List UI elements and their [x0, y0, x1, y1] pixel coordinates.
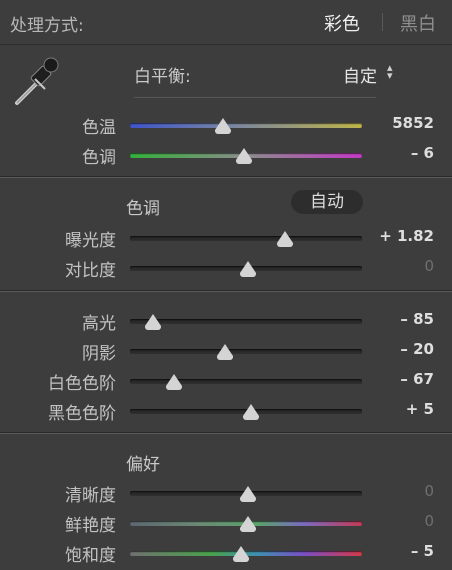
slider-thumb[interactable]: [145, 314, 162, 330]
slider-thumb[interactable]: [242, 404, 259, 420]
slider-label: 曝光度: [65, 231, 116, 251]
slider-thumb[interactable]: [277, 231, 294, 247]
slider-label: 色调: [82, 148, 116, 168]
slider-label: 对比度: [65, 261, 116, 281]
slider-label: 高光: [82, 314, 116, 334]
slider-row: 饱和度 – 5: [0, 541, 452, 566]
slider-value[interactable]: 0: [424, 482, 434, 500]
slider-track[interactable]: [130, 379, 362, 384]
white-balance-dropdown[interactable]: 自定: [343, 62, 377, 87]
mode-separator: [382, 13, 383, 31]
presence-title: 偏好: [126, 455, 160, 475]
slider-thumb[interactable]: [235, 148, 252, 164]
slider-value[interactable]: – 6: [411, 144, 434, 162]
slider-value[interactable]: 5852: [392, 114, 434, 132]
slider-label: 鲜艳度: [65, 516, 116, 536]
slider-thumb[interactable]: [240, 486, 257, 502]
slider-row: 高光 – 85: [0, 309, 452, 334]
slider-row: 对比度 0: [0, 256, 452, 281]
slider-label: 清晰度: [65, 486, 116, 506]
slider-row: 白色色阶 – 67: [0, 369, 452, 394]
tone2-section-border: [0, 291, 452, 292]
slider-thumb[interactable]: [240, 516, 257, 532]
slider-row: 色调 – 6: [0, 143, 452, 168]
bw-mode-button[interactable]: 黑白: [400, 10, 436, 36]
slider-row: 曝光度 + 1.82: [0, 226, 452, 251]
slider-label: 白色色阶: [48, 374, 116, 394]
tone-title: 色调: [126, 199, 160, 219]
slider-row: 清晰度 0: [0, 481, 452, 506]
white-balance-label: 白平衡:: [134, 67, 191, 87]
slider-track[interactable]: [130, 236, 362, 241]
slider-value[interactable]: 0: [424, 257, 434, 275]
presence-section-border: [0, 433, 452, 434]
treatment-header: 处理方式: 彩色 黑白: [0, 0, 452, 45]
slider-row: 黑色色阶 + 5: [0, 399, 452, 424]
color-mode-button[interactable]: 彩色: [324, 10, 360, 36]
slider-value[interactable]: + 1.82: [379, 227, 434, 245]
slider-track[interactable]: [130, 123, 362, 128]
auto-button[interactable]: 自动: [291, 190, 363, 214]
slider-row: 鲜艳度 0: [0, 511, 452, 536]
slider-row: 阴影 – 20: [0, 339, 452, 364]
tone-section-border: [0, 177, 452, 178]
slider-value[interactable]: + 5: [406, 400, 434, 418]
updown-arrows-icon[interactable]: ▴ ▾: [387, 62, 393, 81]
slider-thumb[interactable]: [166, 374, 183, 390]
slider-row: 色温 5852: [0, 113, 452, 138]
slider-thumb[interactable]: [217, 344, 234, 360]
eyedropper-icon[interactable]: [11, 55, 61, 107]
slider-label: 黑色色阶: [48, 404, 116, 424]
slider-thumb[interactable]: [240, 261, 257, 277]
slider-value[interactable]: – 85: [400, 310, 434, 328]
slider-value[interactable]: 0: [424, 512, 434, 530]
slider-thumb[interactable]: [214, 118, 231, 134]
wb-divider: [134, 97, 376, 98]
slider-thumb[interactable]: [233, 546, 250, 562]
slider-value[interactable]: – 20: [400, 340, 434, 358]
slider-label: 色温: [82, 118, 116, 138]
slider-label: 饱和度: [65, 546, 116, 566]
slider-label: 阴影: [82, 344, 116, 364]
treatment-label: 处理方式:: [10, 16, 84, 36]
slider-value[interactable]: – 67: [400, 370, 434, 388]
slider-track[interactable]: [130, 319, 362, 324]
slider-value[interactable]: – 5: [411, 542, 434, 560]
slider-track[interactable]: [130, 349, 362, 354]
